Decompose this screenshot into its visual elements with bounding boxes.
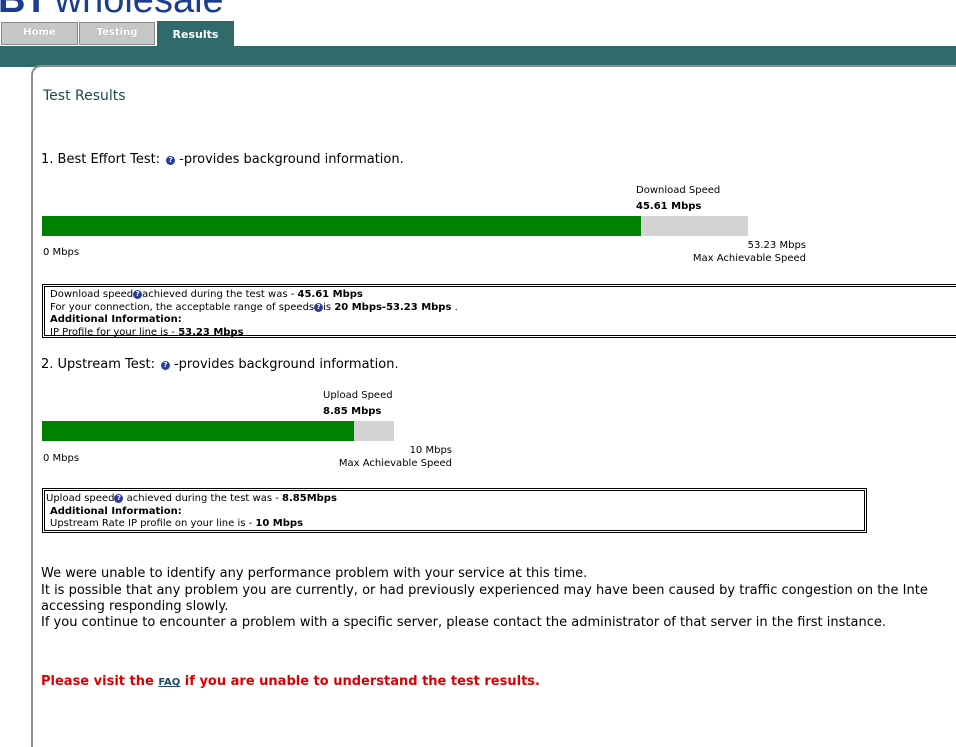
tab-testing[interactable]: Testing	[79, 22, 155, 45]
faq-notice: Please visit the FAQ if you are unable t…	[41, 674, 540, 689]
text: achieved during the test was -	[142, 289, 298, 300]
acceptable-range-value: 20 Mbps-53.23 Mbps	[334, 301, 452, 313]
question-mark-icon[interactable]: ?	[314, 302, 324, 312]
upload-info-line-1: Upload speed? achieved during the test w…	[46, 493, 864, 506]
question-mark-icon[interactable]: ?	[160, 361, 170, 370]
upload-heading-suffix: -provides background information.	[173, 357, 399, 372]
upload-info-line-3: Upstream Rate IP profile on your line is…	[46, 518, 864, 531]
download-max-value: 53.23 Mbps	[747, 240, 806, 251]
download-achieved-value: 45.61 Mbps	[297, 289, 363, 300]
summary-line-4: If you continue to encounter a problem w…	[41, 615, 886, 630]
download-info-line-2: For your connection, the acceptable rang…	[50, 302, 956, 315]
tab-results[interactable]: Results	[157, 21, 234, 46]
download-speed-bar	[42, 216, 748, 236]
text: IP Profile for your line is -	[50, 326, 179, 338]
question-mark-icon[interactable]: ?	[166, 156, 176, 165]
question-mark-icon[interactable]: ?	[133, 290, 143, 299]
ip-profile-value: 53.23 Mbps	[178, 326, 244, 338]
download-speed-bar-fill	[42, 216, 641, 236]
logo-wholesale-text: wholesale	[54, 0, 224, 21]
text: Download speed	[50, 289, 134, 300]
download-additional-info-heading: Additional Information:	[50, 314, 182, 325]
upload-max-value: 10 Mbps	[409, 445, 452, 456]
download-info-line-4: IP Profile for your line is - 53.23 Mbps	[50, 327, 956, 340]
download-min-label: 0 Mbps	[43, 247, 80, 258]
download-speed-value: 45.61 Mbps	[636, 201, 702, 212]
upload-speed-bar	[42, 421, 394, 441]
page-title: Test Results	[43, 88, 126, 104]
header-bar	[0, 46, 956, 67]
upload-heading-text: 2. Upstream Test:	[41, 357, 155, 372]
download-heading-suffix: -provides background information.	[179, 152, 404, 167]
upload-max-label: Max Achievable Speed	[338, 458, 452, 469]
tab-home[interactable]: Home	[1, 22, 78, 45]
upload-section-heading: 2. Upstream Test:? -provides background i…	[41, 357, 399, 372]
faq-text-pre: Please visit the	[41, 674, 159, 689]
text: achieved during the test was -	[123, 493, 283, 504]
upload-speed-bar-fill	[42, 421, 354, 441]
summary-line-1: We were unable to identify any performan…	[41, 566, 588, 581]
download-speed-label: Download Speed	[636, 185, 721, 196]
upload-speed-value: 8.85 Mbps	[323, 406, 382, 417]
download-info-line-1: Download speed? achieved during the test …	[50, 289, 956, 302]
download-max-label: Max Achievable Speed	[692, 253, 806, 264]
text: Upstream Rate IP profile on your line is…	[50, 518, 256, 529]
summary-line-2: It is possible that any problem you are …	[41, 583, 928, 598]
text: For your connection, the acceptable rang…	[50, 301, 315, 313]
upload-additional-info-heading: Additional Information:	[50, 505, 182, 517]
summary-line-3: accessing responding slowly.	[41, 599, 229, 614]
faq-link[interactable]: FAQ	[158, 677, 180, 688]
faq-text-post: if you are unable to understand the test…	[180, 674, 540, 689]
upload-min-label: 0 Mbps	[43, 453, 80, 464]
text: .	[451, 301, 458, 313]
upload-achieved-value: 8.85Mbps	[282, 493, 337, 504]
download-info-box: Download speed? achieved during the test …	[42, 284, 956, 338]
text: Upload speed	[46, 493, 115, 504]
download-heading-text: 1. Best Effort Test:	[41, 152, 161, 167]
upload-info-box: Upload speed? achieved during the test w…	[42, 488, 867, 533]
text: is	[323, 301, 335, 313]
logo-bt-text: BT	[0, 0, 48, 21]
bt-wholesale-logo: BT wholesale	[0, 0, 224, 22]
upstream-ip-profile-value: 10 Mbps	[255, 518, 304, 529]
upload-speed-label: Upload Speed	[323, 390, 393, 401]
content-panel	[31, 65, 956, 747]
download-section-heading: 1. Best Effort Test:? -provides backgroun…	[41, 152, 404, 167]
